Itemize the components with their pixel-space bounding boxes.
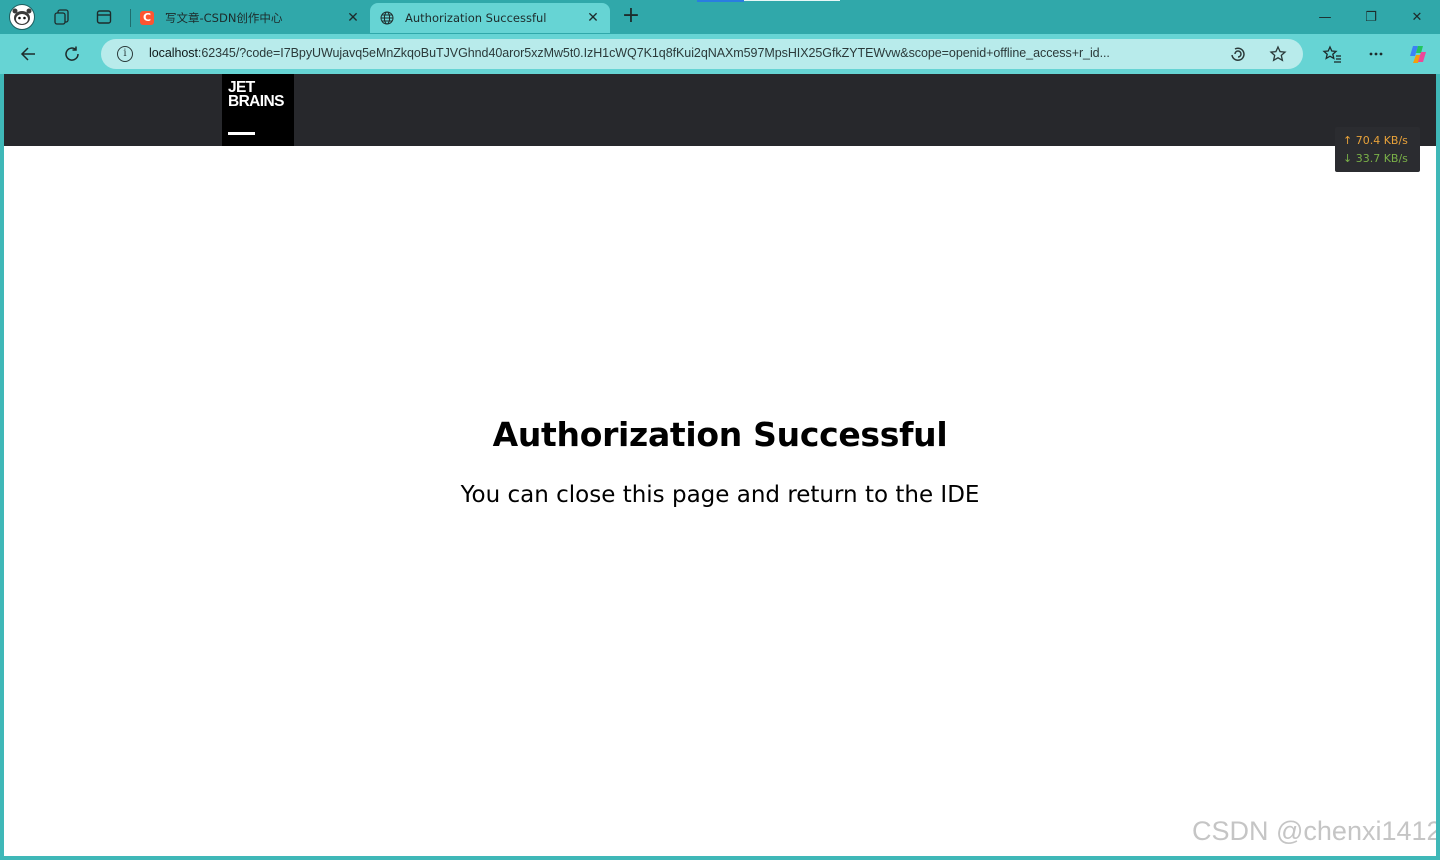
upload-speed: ↑ 70.4 KB/s [1343,134,1408,147]
tab-close-icon[interactable]: ✕ [585,10,601,26]
network-speed-widget: ↑ 70.4 KB/s ↓ 33.7 KB/s [1335,127,1420,172]
workspaces-icon[interactable] [49,5,75,29]
url-text[interactable]: localhost:62345/?code=I7BpyUWujavq5eMnZk… [149,46,1219,60]
url-host: localhost [149,46,198,60]
site-info-icon[interactable]: i [117,46,133,62]
logo-underscore [228,132,255,135]
csdn-favicon-icon: C [140,11,154,25]
tab-title: Authorization Successful [405,11,547,25]
tab-title: 写文章-CSDN创作中心 [165,11,283,25]
download-speed: ↓ 33.7 KB/s [1343,152,1408,165]
back-arrow-icon[interactable] [14,40,42,68]
tab-strip: C 写文章-CSDN创作中心 ✕ Authorization Successfu… [0,0,1440,34]
web-page: JET BRAINS ↑ 70.4 KB/s ↓ 33.7 KB/s Autho… [4,74,1436,856]
favorite-star-icon[interactable] [1269,45,1287,63]
url-path: :62345/?code=I7BpyUWujavq5eMnZkqoBuTJVGh… [197,46,1110,60]
logo-line-2: BRAINS [228,93,284,110]
vertical-tabs-icon[interactable] [91,5,117,29]
jetbrains-logo[interactable]: JET BRAINS [222,74,294,146]
tab-strip-highlight-secondary [744,0,840,1]
page-title: Authorization Successful [492,415,948,454]
csdn-watermark: CSDN @chenxi1412 [1192,816,1436,846]
tab-strip-highlight [697,0,744,2]
copilot-icon[interactable] [1404,40,1432,68]
globe-icon [380,11,394,25]
tab-authorization-successful[interactable]: Authorization Successful ✕ [370,3,610,33]
restore-button[interactable]: ❐ [1348,0,1394,34]
tab-close-icon[interactable]: ✕ [345,10,361,26]
browser-toolbar: i localhost:62345/?code=I7BpyUWujavq5eMn… [0,34,1440,74]
more-menu-icon[interactable] [1362,40,1390,68]
edge-refresh-icon[interactable] [1229,45,1247,63]
profile-avatar-icon[interactable] [9,4,35,30]
tab-csdn[interactable]: C 写文章-CSDN创作中心 ✕ [130,3,370,33]
close-window-button[interactable]: ✕ [1394,0,1440,34]
address-bar[interactable]: i localhost:62345/?code=I7BpyUWujavq5eMn… [101,39,1303,69]
favorites-icon[interactable] [1318,40,1346,68]
refresh-icon[interactable] [58,40,86,68]
new-tab-button[interactable]: + [619,5,643,29]
site-header: JET BRAINS [4,74,1436,146]
minimize-button[interactable]: — [1302,0,1348,34]
logo-text: JET BRAINS [228,80,284,110]
page-message: You can close this page and return to th… [460,482,980,508]
